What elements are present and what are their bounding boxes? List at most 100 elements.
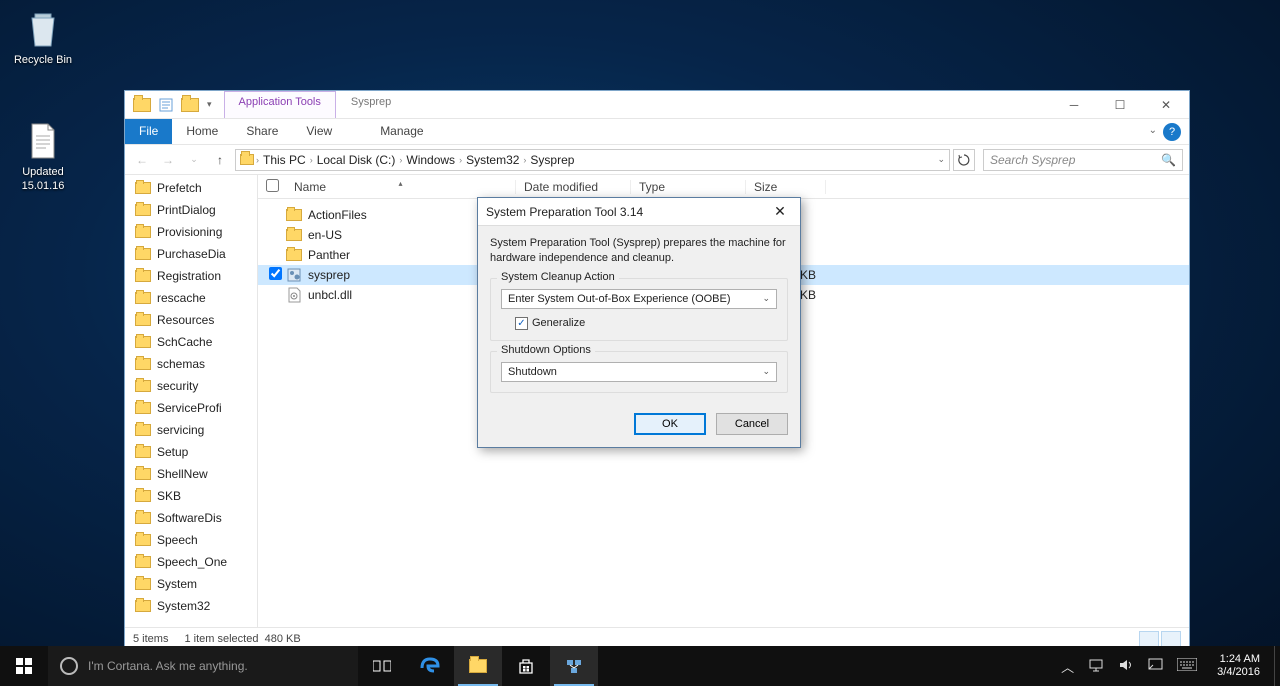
show-desktop-button[interactable] [1274, 646, 1280, 686]
recycle-bin[interactable]: Recycle Bin [6, 8, 80, 68]
nav-item[interactable]: ServiceProfi [125, 397, 257, 419]
context-tab[interactable]: Application Tools [224, 91, 336, 118]
cancel-button[interactable]: Cancel [716, 413, 788, 435]
dialog-close-button[interactable]: ✕ [760, 203, 800, 220]
tray-notifications-icon[interactable] [1148, 657, 1163, 675]
history-dropdown-icon[interactable]: ⌄ [183, 149, 205, 171]
clock[interactable]: 1:24 AM 3/4/2016 [1211, 653, 1266, 679]
cortana-search[interactable]: I'm Cortana. Ask me anything. [48, 646, 358, 686]
crumb-system32[interactable]: System32 [464, 153, 521, 167]
search-box[interactable]: 🔍 [983, 149, 1183, 171]
nav-item[interactable]: Prefetch [125, 177, 257, 199]
select-all-checkbox[interactable] [266, 179, 279, 192]
view-large-button[interactable] [1161, 631, 1181, 647]
nav-item[interactable]: rescache [125, 287, 257, 309]
desktop-file-label: Updated15.01.16 [6, 166, 80, 194]
back-button[interactable]: ← [131, 149, 153, 171]
ribbon-home[interactable]: Home [172, 119, 232, 144]
search-input[interactable] [990, 153, 1161, 167]
nav-item[interactable]: System [125, 573, 257, 595]
column-headers[interactable]: Name▴ Date modified Type Size [258, 175, 1189, 199]
folder-icon [135, 248, 151, 260]
sysprep-taskbar-icon[interactable] [550, 646, 598, 686]
folder-icon [135, 292, 151, 304]
ribbon-view[interactable]: View [292, 119, 346, 144]
close-button[interactable]: ✕ [1143, 91, 1189, 118]
minimize-button[interactable]: ─ [1051, 91, 1097, 118]
shutdown-label: Shutdown Options [497, 344, 595, 356]
folder-icon [135, 424, 151, 436]
shutdown-dropdown[interactable]: Shutdown ⌄ [501, 362, 777, 382]
col-size[interactable]: Size [746, 180, 826, 194]
nav-item[interactable]: security [125, 375, 257, 397]
qat-newfolder-icon[interactable] [181, 98, 199, 112]
search-icon[interactable]: 🔍 [1161, 153, 1176, 167]
col-type[interactable]: Type [631, 180, 746, 194]
nav-item[interactable]: SoftwareDis [125, 507, 257, 529]
nav-item[interactable]: Provisioning [125, 221, 257, 243]
task-view-button[interactable] [358, 646, 406, 686]
crumb-thispc[interactable]: This PC [261, 153, 308, 167]
row-checkbox[interactable] [269, 267, 282, 280]
cleanup-label: System Cleanup Action [497, 271, 619, 283]
nav-item[interactable]: PrintDialog [125, 199, 257, 221]
ribbon-expand-icon[interactable]: ⌄ [1143, 119, 1163, 144]
folder-icon [135, 446, 151, 458]
desktop-file[interactable]: Updated15.01.16 [6, 120, 80, 194]
nav-item[interactable]: System32 [125, 595, 257, 617]
crumb-c[interactable]: Local Disk (C:) [315, 153, 398, 167]
up-button[interactable]: ↑ [209, 149, 231, 171]
help-icon[interactable]: ? [1163, 123, 1181, 141]
refresh-button[interactable] [953, 149, 975, 171]
nav-item[interactable]: servicing [125, 419, 257, 441]
crumb-sysprep[interactable]: Sysprep [528, 153, 576, 167]
titlebar[interactable]: ▾ Application Tools Sysprep ─ ☐ ✕ [125, 91, 1189, 119]
nav-tree[interactable]: PrefetchPrintDialogProvisioningPurchaseD… [125, 175, 258, 627]
generalize-checkbox[interactable]: ✓ [515, 317, 528, 330]
qat-dropdown-icon[interactable]: ▾ [207, 99, 212, 110]
cleanup-dropdown[interactable]: Enter System Out-of-Box Experience (OOBE… [501, 289, 777, 309]
nav-item[interactable]: PurchaseDia [125, 243, 257, 265]
generalize-label[interactable]: Generalize [532, 317, 585, 329]
ok-button[interactable]: OK [634, 413, 706, 435]
text-file-icon [22, 120, 64, 162]
address-bar[interactable]: › This PC› Local Disk (C:)› Windows› Sys… [235, 149, 950, 171]
folder-icon [135, 336, 151, 348]
maximize-button[interactable]: ☐ [1097, 91, 1143, 118]
tray-overflow-icon[interactable]: ︿ [1061, 657, 1074, 676]
nav-item[interactable]: Speech_One [125, 551, 257, 573]
tray-network-icon[interactable] [1088, 658, 1104, 675]
nav-item[interactable]: schemas [125, 353, 257, 375]
edge-icon[interactable] [406, 646, 454, 686]
ribbon-manage[interactable]: Manage [366, 119, 437, 144]
qat-properties-icon[interactable] [159, 98, 173, 112]
col-date[interactable]: Date modified [516, 180, 631, 194]
nav-item[interactable]: Setup [125, 441, 257, 463]
folder-icon [135, 226, 151, 238]
folder-icon [135, 402, 151, 414]
nav-item[interactable]: Registration [125, 265, 257, 287]
explorer-taskbar-icon[interactable] [454, 646, 502, 686]
dll-icon [286, 287, 302, 303]
nav-item[interactable]: SchCache [125, 331, 257, 353]
forward-button[interactable]: → [157, 149, 179, 171]
ribbon-share[interactable]: Share [232, 119, 292, 144]
crumb-windows[interactable]: Windows [404, 153, 457, 167]
nav-item[interactable]: Speech [125, 529, 257, 551]
folder-icon [135, 204, 151, 216]
folder-icon [286, 229, 302, 241]
dialog-titlebar[interactable]: System Preparation Tool 3.14 ✕ [478, 198, 800, 226]
store-icon[interactable] [502, 646, 550, 686]
ribbon-file[interactable]: File [125, 119, 172, 144]
nav-item[interactable]: SKB [125, 485, 257, 507]
nav-item[interactable]: Resources [125, 309, 257, 331]
start-button[interactable] [0, 646, 48, 686]
col-name[interactable]: Name▴ [286, 180, 516, 194]
tray-keyboard-icon[interactable] [1177, 658, 1197, 674]
recycle-bin-icon [22, 8, 64, 50]
address-dropdown-icon[interactable]: ⌄ [937, 154, 945, 165]
tray-volume-icon[interactable] [1118, 658, 1134, 675]
view-details-button[interactable] [1139, 631, 1159, 647]
folder-icon [135, 600, 151, 612]
nav-item[interactable]: ShellNew [125, 463, 257, 485]
